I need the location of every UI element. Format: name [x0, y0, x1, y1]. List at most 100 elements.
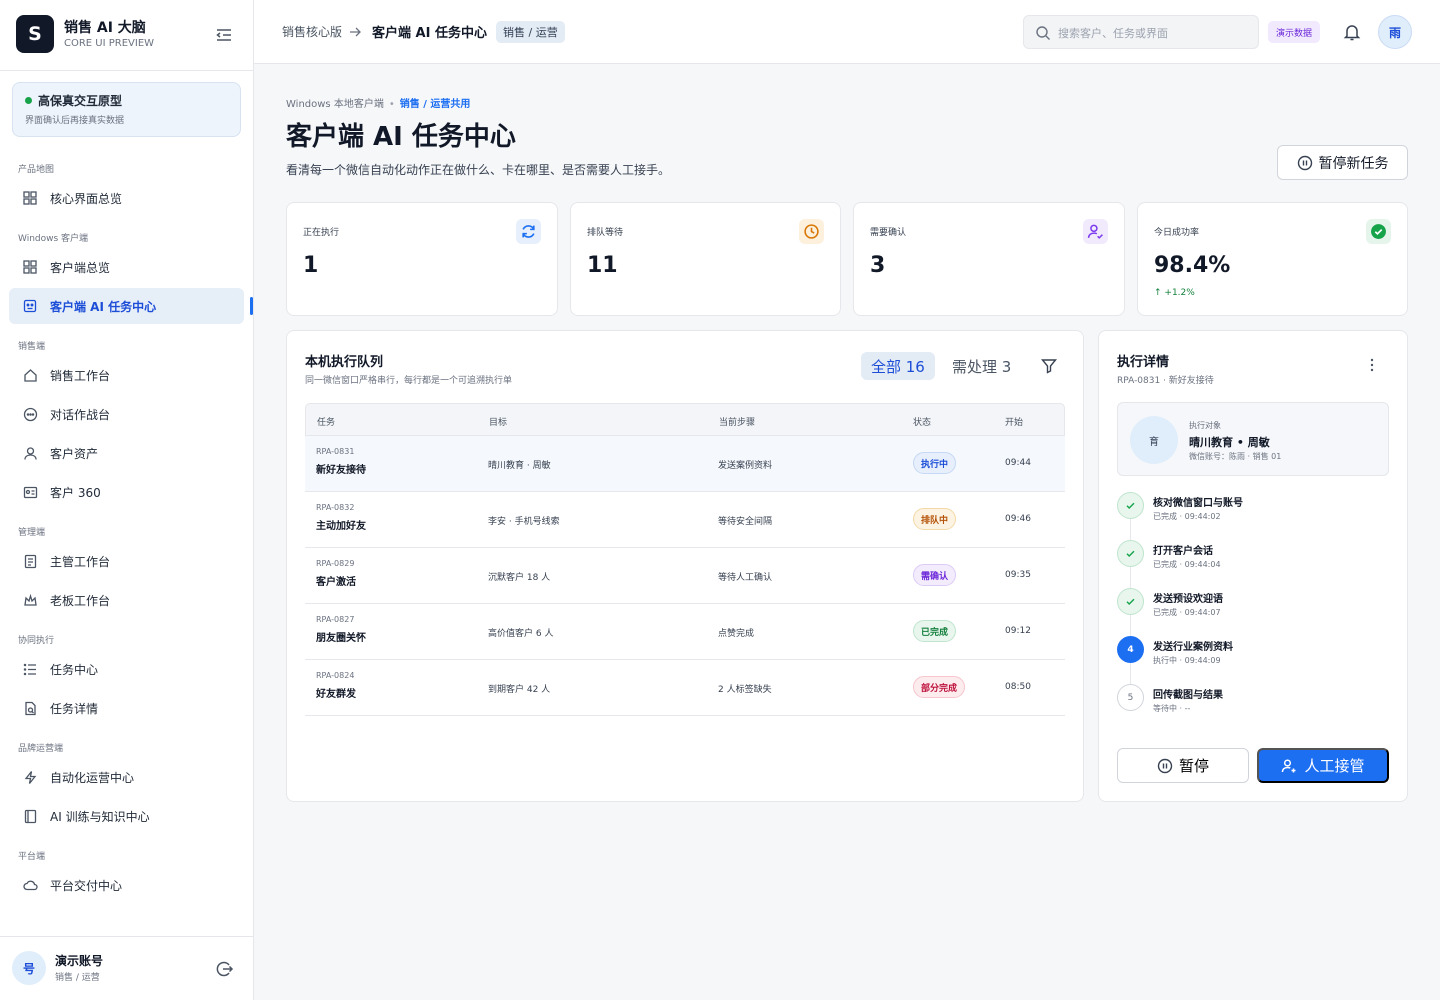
sidebar-item-automation-ops[interactable]: 自动化运营中心 [9, 759, 244, 795]
topbar: 销售核心版 客户端 AI 任务中心 销售 / 运营 演示数据 雨 [254, 0, 1440, 64]
task-target: 到期客户 42 人 [488, 685, 551, 695]
brand: S 销售 AI 大脑 CORE UI PREVIEW [16, 15, 238, 55]
user-avatar[interactable]: 雨 [1378, 15, 1412, 49]
step-title: 发送预设欢迎语 [1153, 594, 1223, 605]
step-title: 发送行业案例资料 [1153, 642, 1233, 653]
step-number: 4 [1117, 636, 1144, 663]
arrow-right-icon [348, 24, 362, 38]
task-start-time: 09:12 [1005, 626, 1031, 636]
role-badge: 销售 / 运营 [496, 21, 565, 43]
target-label: 执行对象 [1189, 421, 1221, 430]
status-dot [25, 97, 32, 104]
sidebar-item-label: 自动化运营中心 [50, 770, 135, 785]
pause-circle-icon [1157, 758, 1173, 773]
stat-value: 1 [303, 253, 319, 278]
queue-title: 本机执行队列 [305, 355, 384, 370]
status-badge: 执行中 [913, 452, 957, 474]
table-row[interactable]: RPA-0832 主动加好友 李安 · 手机号线索 等待安全间隔 排队中 09:… [305, 492, 1065, 548]
check-circle-icon [1366, 219, 1391, 244]
sidebar-item-customer-360[interactable]: 客户 360 [9, 474, 244, 510]
sidebar-item-sales-workbench[interactable]: 销售工作台 [9, 357, 244, 393]
page-kicker: Windows 本地客户端 • 销售 / 运营共用 [286, 95, 470, 110]
bell-icon[interactable] [1342, 22, 1362, 42]
task-step: 等待安全间隔 [718, 517, 773, 527]
logout-icon[interactable] [214, 959, 234, 979]
stat-card-success-rate: 今日成功率 98.4% ↑ +1.2% [1137, 202, 1408, 316]
sidebar-divider [0, 936, 254, 937]
task-id: RPA-0824 [316, 671, 355, 680]
sidebar-item-task-center[interactable]: 任务中心 [9, 651, 244, 687]
sidebar-item-label: 客户 360 [50, 485, 101, 500]
column-header: 任务 [317, 418, 336, 428]
pause-label: 暂停 [1178, 758, 1209, 775]
sidebar-item-label: 客户资产 [50, 446, 99, 461]
refresh-icon [516, 219, 541, 244]
column-header: 开始 [1005, 418, 1024, 428]
timeline-step-current: 4 发送行业案例资料 执行中 · 09:44:09 [1117, 636, 1387, 676]
breadcrumb-root[interactable]: 销售核心版 [282, 23, 342, 40]
sidebar-item-platform-delivery[interactable]: 平台交付中心 [9, 867, 244, 903]
task-target: 高价值客户 6 人 [488, 629, 554, 639]
table-row[interactable]: RPA-0824 好友群发 到期客户 42 人 2 人标签缺失 部分完成 08:… [305, 660, 1065, 716]
prototype-subtitle: 界面确认后再接真实数据 [25, 116, 125, 126]
column-header: 目标 [489, 418, 508, 428]
sidebar-item-client-overview[interactable]: 客户端总览 [9, 249, 244, 285]
sidebar-item-label: AI 训练与知识中心 [50, 809, 150, 824]
tab-all[interactable]: 全部 16 [861, 352, 935, 380]
check-icon [1117, 540, 1144, 567]
task-name: 客户激活 [316, 577, 356, 588]
stat-card-needs-confirm: 需要确认 3 [853, 202, 1125, 316]
target-avatar: 育 [1130, 416, 1178, 464]
detail-subtitle: RPA-0831 · 新好友接待 [1117, 376, 1214, 386]
sidebar-item-customer-assets[interactable]: 客户资产 [9, 435, 244, 471]
timeline-step: 核对微信窗口与账号 已完成 · 09:44:02 [1117, 492, 1387, 532]
sidebar-item-label: 客户端 AI 任务中心 [50, 299, 157, 314]
sidebar-item-label: 销售工作台 [50, 368, 111, 383]
task-start-time: 09:35 [1005, 570, 1031, 580]
task-name: 好友群发 [316, 689, 356, 700]
check-icon [1117, 492, 1144, 519]
tab-needs-action[interactable]: 需处理 3 [952, 352, 1011, 380]
pause-button[interactable]: 暂停 [1117, 748, 1249, 783]
more-vertical-icon[interactable] [1363, 356, 1381, 374]
stat-value: 3 [870, 253, 886, 278]
stat-card-queued: 排队等待 11 [570, 202, 841, 316]
step-number: 5 [1117, 684, 1144, 711]
page-description: 看清每一个微信自动化动作正在做什么、卡在哪里、是否需要人工接手。 [286, 163, 671, 177]
collapse-sidebar-icon[interactable] [214, 25, 234, 45]
nav-group-label: 管理端 [18, 528, 46, 538]
filter-icon[interactable] [1040, 357, 1058, 375]
account-avatar[interactable]: 号 [12, 951, 46, 985]
user-takeover-icon [1282, 758, 1296, 772]
stat-label: 排队等待 [587, 228, 624, 238]
breadcrumb-current: 客户端 AI 任务中心 [372, 26, 487, 41]
table-row[interactable]: RPA-0831 新好友接待 晴川教育 · 周敏 发送案例资料 执行中 09:4… [305, 436, 1065, 492]
table-row[interactable]: RPA-0827 朋友圈关怀 高价值客户 6 人 点赞完成 已完成 09:12 [305, 604, 1065, 660]
sidebar-item-ai-task-center[interactable]: 客户端 AI 任务中心 [9, 288, 244, 324]
stat-card-running: 正在执行 1 [286, 202, 558, 316]
status-badge: 部分完成 [913, 676, 966, 698]
sidebar-item-chat-console[interactable]: 对话作战台 [9, 396, 244, 432]
manual-takeover-button[interactable]: 人工接管 [1257, 748, 1389, 783]
nav-group-label: Windows 客户端 [18, 234, 89, 244]
home-icon [22, 367, 38, 383]
book-icon [22, 808, 38, 824]
pause-new-tasks-button[interactable]: 暂停新任务 [1277, 145, 1408, 180]
sidebar-item-core-overview[interactable]: 核心界面总览 [9, 180, 244, 216]
column-header: 当前步骤 [719, 418, 756, 428]
sidebar-item-ai-training[interactable]: AI 训练与知识中心 [9, 798, 244, 834]
step-meta: 执行中 · 09:44:09 [1153, 656, 1221, 665]
sidebar: S 销售 AI 大脑 CORE UI PREVIEW 高保真交互原型 界面确认后… [0, 0, 254, 1000]
sidebar-item-task-detail[interactable]: 任务详情 [9, 690, 244, 726]
search-input[interactable] [1058, 23, 1248, 43]
task-step: 等待人工确认 [718, 573, 773, 583]
search-box[interactable] [1023, 15, 1259, 49]
sidebar-item-label: 任务详情 [50, 701, 99, 716]
kicker-separator: • [388, 99, 395, 110]
table-row[interactable]: RPA-0829 客户激活 沉默客户 18 人 等待人工确认 需确认 09:35 [305, 548, 1065, 604]
task-start-time: 09:44 [1005, 458, 1031, 468]
grid-icon [22, 190, 38, 206]
sidebar-item-supervisor-workbench[interactable]: 主管工作台 [9, 543, 244, 579]
step-meta: 已完成 · 09:44:07 [1153, 608, 1221, 617]
sidebar-item-boss-workbench[interactable]: 老板工作台 [9, 582, 244, 618]
